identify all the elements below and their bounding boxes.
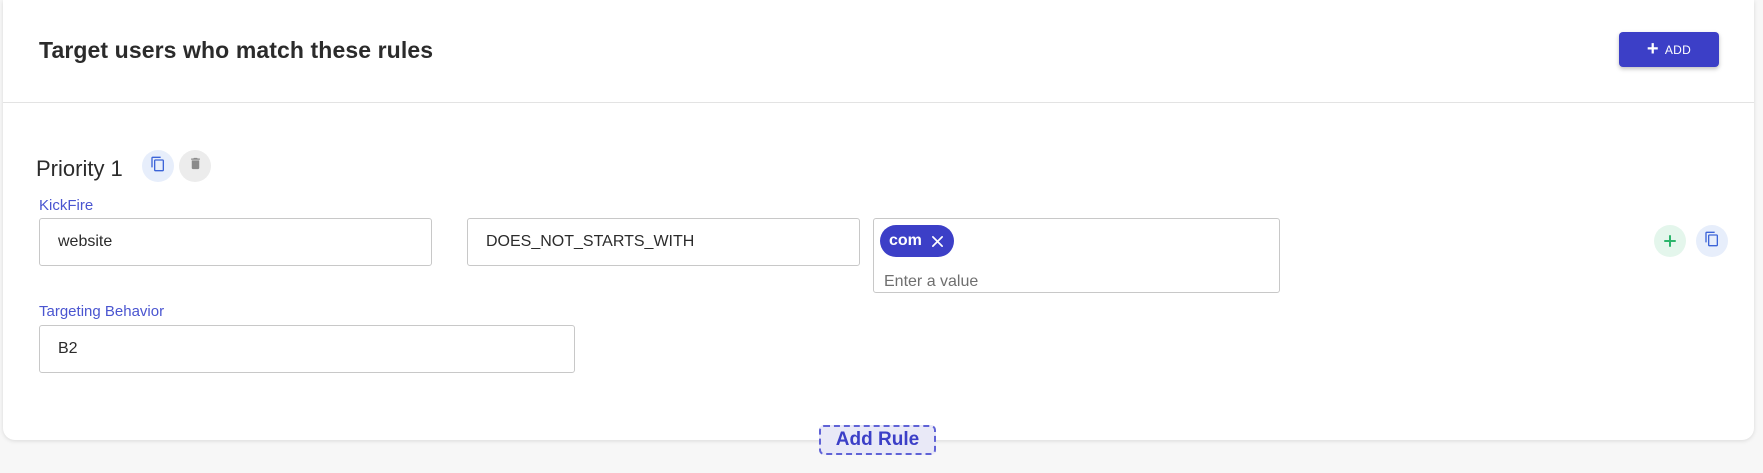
duplicate-priority-button[interactable]	[142, 150, 174, 182]
card-header: Target users who match these rules + ADD	[3, 0, 1754, 103]
add-button[interactable]: + ADD	[1619, 32, 1719, 67]
close-icon[interactable]	[931, 235, 944, 248]
chip-label: com	[889, 232, 922, 249]
attribute-value: website	[58, 233, 113, 250]
plus-icon: +	[1646, 37, 1659, 60]
add-rule-button[interactable]: Add Rule	[819, 425, 936, 455]
duplicate-condition-button[interactable]	[1696, 225, 1728, 257]
trash-icon	[188, 156, 203, 176]
page-title: Target users who match these rules	[39, 37, 434, 63]
priority-title: Priority 1	[36, 156, 123, 181]
add-condition-button[interactable]	[1654, 225, 1686, 257]
add-button-label: ADD	[1664, 42, 1692, 57]
targeting-behavior-value: B2	[58, 340, 78, 357]
attribute-select[interactable]: website	[39, 218, 432, 266]
copy-icon	[150, 156, 166, 177]
targeting-behavior-select[interactable]: B2	[39, 325, 575, 373]
targeting-behavior-label: Targeting Behavior	[39, 303, 165, 320]
delete-priority-button[interactable]	[179, 150, 211, 182]
value-input[interactable]	[884, 273, 1264, 291]
value-multi-input[interactable]: com	[873, 218, 1280, 293]
value-chip: com	[880, 225, 954, 257]
copy-icon	[1704, 231, 1720, 252]
operator-select[interactable]: DOES_NOT_STARTS_WITH	[467, 218, 860, 266]
source-label: KickFire	[39, 197, 94, 214]
plus-icon	[1664, 231, 1676, 252]
operator-value: DOES_NOT_STARTS_WITH	[486, 233, 695, 250]
